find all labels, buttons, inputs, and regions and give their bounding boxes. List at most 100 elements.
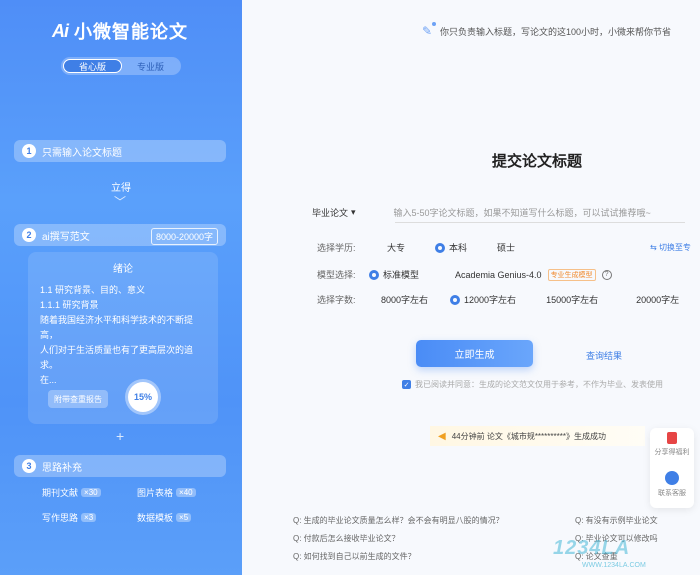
float-label: 分享得福利 [654, 449, 690, 456]
education-row: 选择学历: 大专 本科 硕士 [317, 241, 545, 254]
logo-text: 小微智能论文 [74, 22, 188, 42]
sample-paper-card: 绪论 1.1 研究背景、目的、意义 1.1.1 研究背景 随着我国经济水平和科学… [28, 252, 218, 424]
option-label: Academia Genius-4.0 [455, 269, 542, 280]
paper-type-value: 毕业论文 [312, 208, 349, 218]
words-option-12000[interactable]: 12000字左右 [450, 293, 516, 306]
words-label: 选择字数: [317, 295, 356, 305]
faq-item[interactable]: Q: 付款后怎么接收毕业论文？ [293, 533, 575, 544]
pencil-icon: ✎ [422, 24, 433, 38]
step-number: 2 [22, 228, 36, 242]
switch-label: 切换至专 [658, 243, 691, 252]
feature-label: 写作思路 [42, 513, 79, 523]
feature-label: 期刊文献 [42, 488, 79, 498]
share-reward-button[interactable]: 分享得福利 [655, 432, 690, 457]
watermark-url: WWW.1234LA.COM [582, 562, 646, 569]
title-input[interactable]: 输入5-50字论文标题，如果不知道写什么标题，可以试试推荐哦~ [394, 206, 651, 219]
faq-list: Q: 生成的毕业论文质量怎么样？会不会有明显八股的情况？ Q: 有没有示例毕业论… [293, 515, 700, 562]
radio-selected[interactable] [435, 242, 446, 253]
paper-line: 随着我国经济水平和科学技术的不断提高， [40, 315, 194, 340]
feature-count: ×40 [176, 488, 196, 497]
words-option-15000[interactable]: 15000字左右 [546, 293, 598, 306]
logo-mark: Ai [52, 20, 69, 41]
plus-icon: + [116, 428, 125, 444]
model-row: 模型选择: 标准模型 Academia Genius-4.0 专业生成模型 ? [317, 268, 612, 281]
option-label: 硕士 [497, 243, 516, 253]
caret-down-icon: ▾ [351, 207, 356, 217]
help-icon[interactable]: ? [601, 269, 612, 280]
step-label: ai撰写范文 [42, 231, 90, 243]
chevron-down-icon: ﹀ [114, 195, 127, 209]
paper-heading: 绪论 [113, 264, 133, 275]
form-title: 提交论文标题 [492, 153, 583, 170]
float-label: 联系客服 [658, 490, 686, 497]
pro-model-tag: 专业生成模型 [547, 268, 596, 281]
feature-count: ×30 [81, 488, 101, 497]
feature-label: 图片表格 [137, 488, 174, 498]
edu-option-college[interactable]: 大专 [387, 241, 405, 254]
paper-line: 在... [40, 375, 57, 385]
agreement-row: ✓ 我已阅读并同意：生成的论文范文仅用于参考，不作为毕业、发表使用 [402, 379, 663, 390]
floating-toolbar: 分享得福利 联系客服 [650, 428, 694, 508]
step-label: 只需输入论文标题 [42, 147, 122, 159]
generation-notice: ◀ 44分钟前 论文《城市规**********》生成成功 [430, 426, 645, 446]
switch-link[interactable]: ⇆ 切换至专 [650, 242, 691, 253]
education-label: 选择学历: [317, 243, 356, 253]
option-label: 标准模型 [383, 270, 420, 280]
paper-type-select[interactable]: 毕业论文 ▾ [312, 206, 356, 219]
step-number: 1 [22, 144, 36, 158]
main-panel: ✎ 你只负责输入标题，写论文的这100小时，小微来帮你节省 [242, 0, 700, 575]
faq-item[interactable]: Q: 如何找到自己以前生成的文件？ [293, 551, 575, 562]
feature-count: ×5 [176, 513, 192, 522]
version-pro-tab[interactable]: 专业版 [122, 59, 179, 73]
option-label: 8000字左右 [381, 295, 429, 305]
faq-item[interactable]: Q: 有没有示例毕业论文 [575, 515, 700, 526]
agree-checkbox[interactable]: ✓ [402, 380, 411, 389]
model-label: 模型选择: [317, 270, 356, 280]
customer-service-button[interactable]: 联系客服 [658, 471, 686, 498]
edu-option-master[interactable]: 硕士 [497, 241, 515, 254]
words-option-20000[interactable]: 20000字左 [636, 293, 679, 306]
model-option-standard[interactable]: 标准模型 [369, 268, 419, 281]
feature-item: 图片表格 ×40 [137, 486, 222, 499]
option-label: 20000字左 [636, 295, 680, 305]
paper-line: 1.1 研究背景、目的、意义 [40, 285, 146, 295]
step-label: 思路补充 [42, 462, 82, 474]
radio-selected[interactable] [369, 269, 379, 280]
plagiarism-report-button[interactable]: 附带查重报告 [48, 390, 108, 408]
feature-grid: 期刊文献 ×30 图片表格 ×40 写作思路 ×3 数据模板 ×5 [42, 486, 222, 524]
progress-circle: 15% [128, 382, 158, 412]
sidebar: Ai 小微智能论文 省心版 专业版 1 只需输入论文标题 立得 ﹀ 2 ai撰写… [0, 0, 242, 575]
version-switch: 省心版 专业版 [61, 57, 181, 75]
watermark: 1234LA [553, 537, 631, 559]
logo[interactable]: Ai 小微智能论文 [52, 18, 188, 44]
step-3: 3 思路补充 [14, 455, 226, 477]
radio-selected[interactable] [450, 294, 461, 305]
option-label: 15000字左右 [546, 295, 599, 305]
step-1: 1 只需输入论文标题 [14, 140, 226, 162]
query-results-link[interactable]: 查询结果 [586, 349, 622, 362]
switch-icon: ⇆ [650, 243, 657, 252]
feature-label: 数据模板 [137, 513, 174, 523]
feature-item: 数据模板 ×5 [137, 511, 222, 524]
option-label: 12000字左右 [464, 295, 517, 305]
faq-item[interactable]: Q: 生成的毕业论文质量怎么样？会不会有明显八股的情况？ [293, 515, 575, 526]
stand-text: 立得 [111, 183, 131, 194]
version-easy-tab[interactable]: 省心版 [63, 59, 122, 73]
generate-button[interactable]: 立即生成 [416, 340, 533, 367]
title-input-row: 毕业论文 ▾ 输入5-50字论文标题，如果不知道写什么标题，可以试试推荐哦~ [312, 206, 700, 219]
gift-icon [667, 432, 677, 444]
word-count-badge: 8000-20000字 [150, 228, 218, 245]
feature-item: 写作思路 ×3 [42, 511, 137, 524]
banner-text: 你只负责输入标题，写论文的这100小时，小微来帮你节省 [440, 26, 672, 37]
word-count-row: 选择字数: 8000字左右 12000字左右 15000字左右 20000字左 [317, 293, 679, 306]
headset-icon [665, 471, 679, 485]
words-option-8000[interactable]: 8000字左右 [381, 293, 428, 306]
paper-line: 1.1.1 研究背景 [40, 300, 99, 310]
top-banner: ✎ 你只负责输入标题，写论文的这100小时，小微来帮你节省 [422, 24, 671, 38]
option-label: 大专 [387, 243, 406, 253]
step-2: 2 ai撰写范文 8000-20000字 [14, 224, 226, 246]
edu-option-bachelor[interactable]: 本科 [435, 241, 467, 254]
model-option-academia[interactable]: Academia Genius-4.0 [455, 270, 542, 280]
agreement-text: 我已阅读并同意：生成的论文范文仅用于参考，不作为毕业、发表使用 [415, 380, 663, 389]
feature-item: 期刊文献 ×30 [42, 486, 137, 499]
